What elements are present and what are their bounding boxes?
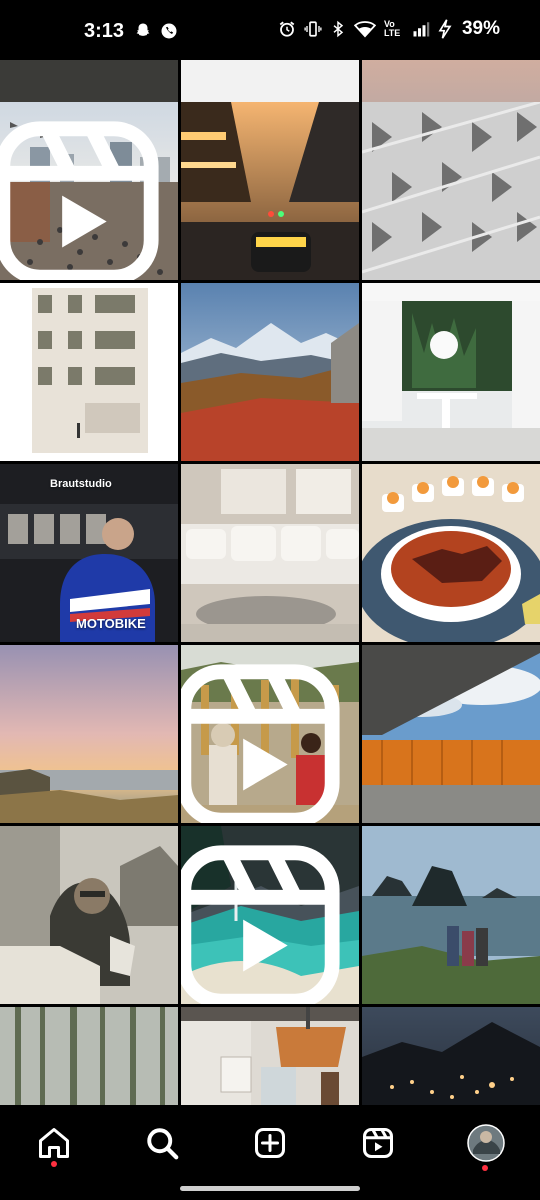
profile-notification-dot	[482, 1165, 488, 1171]
bluetooth-icon	[333, 20, 344, 38]
grid-tile[interactable]	[362, 1007, 540, 1105]
grid-tile[interactable]	[362, 826, 540, 1004]
grid-tile[interactable]	[0, 283, 178, 461]
grid-tile[interactable]	[362, 283, 540, 461]
grid-tile[interactable]	[362, 102, 540, 280]
reel-icon	[181, 845, 340, 1004]
home-icon	[39, 1128, 69, 1158]
profile-avatar	[467, 1124, 505, 1162]
grid-tile[interactable]	[181, 464, 359, 642]
grid-tile[interactable]	[181, 283, 359, 461]
grid-tile[interactable]	[0, 645, 178, 823]
nav-create[interactable]	[250, 1123, 290, 1163]
nav-profile[interactable]	[466, 1123, 506, 1163]
create-icon	[255, 1128, 285, 1158]
wifi-icon	[353, 21, 376, 38]
overlay-text-brautstudio: Brautstudio	[50, 478, 112, 490]
volte-icon: Vo LTE	[383, 19, 401, 38]
search-icon	[147, 1128, 179, 1160]
grid-tile[interactable]	[362, 645, 540, 823]
reel-icon	[181, 664, 340, 823]
overlay-text-motobike: MOTOBIKE	[76, 616, 146, 631]
grid-tile-reel[interactable]	[181, 645, 359, 823]
grid-tile[interactable]: Brautstudio MOTOBIKE	[0, 464, 178, 642]
status-bar: 3:13 Vo LTE 39%	[0, 0, 540, 60]
nav-home[interactable]	[34, 1123, 74, 1163]
grid-tile[interactable]	[0, 1007, 178, 1105]
explore-grid: Brautstudio MOTOBIKE	[0, 60, 540, 1105]
alarm-icon	[279, 21, 295, 37]
snapchat-icon	[136, 23, 150, 36]
status-time: 3:13	[84, 20, 125, 42]
grid-tile[interactable]	[181, 102, 359, 280]
reels-icon	[363, 1128, 393, 1158]
nav-reels[interactable]	[358, 1123, 398, 1163]
battery-percent: 39%	[461, 18, 500, 39]
signal-icon	[413, 22, 430, 37]
home-notification-dot	[51, 1161, 57, 1167]
grid-tile-reel[interactable]	[181, 826, 359, 1004]
grid-tile[interactable]	[181, 1007, 359, 1105]
charging-icon	[438, 19, 452, 39]
grid-tile-reel[interactable]	[0, 102, 178, 280]
vibrate-icon	[304, 21, 322, 37]
grid-tile[interactable]	[362, 464, 540, 642]
nav-search[interactable]	[142, 1123, 182, 1163]
reel-icon	[0, 121, 159, 280]
home-indicator	[180, 1186, 360, 1191]
grid-tile[interactable]	[0, 826, 178, 1004]
whatsapp-icon	[161, 23, 177, 39]
